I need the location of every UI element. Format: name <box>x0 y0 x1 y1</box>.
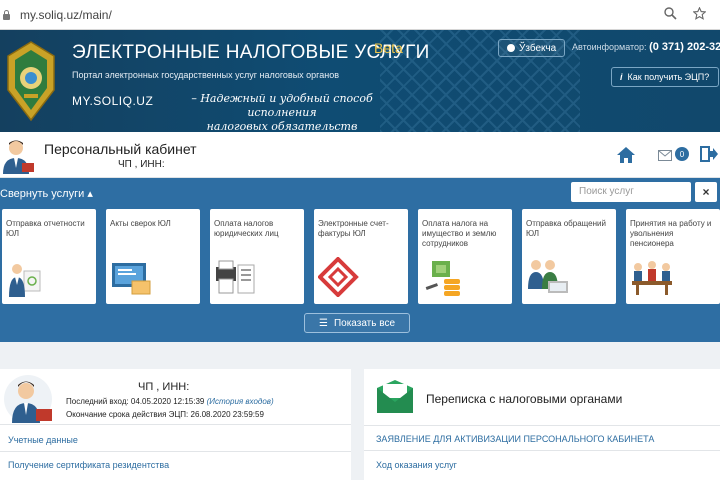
show-all-services-button[interactable]: ☰ Показать все <box>304 313 410 333</box>
url-text[interactable]: my.soliq.uz/main/ <box>20 8 112 22</box>
avatar <box>3 140 34 174</box>
service-tile[interactable]: Оплата налогов юридических лиц <box>210 209 304 304</box>
site-slogan: – Надежный и удобный способ исполнения н… <box>162 92 402 132</box>
reporting-person-icon <box>9 264 41 297</box>
autoinformer: Автоинформатор: (0 371) 202-32-82 <box>572 41 720 53</box>
slogan-line-2: налоговых обязательств <box>206 120 358 132</box>
globe-icon <box>507 44 515 52</box>
service-tile[interactable]: Отправка обращений ЮЛ <box>522 209 616 304</box>
correspondence-title: Переписка с налоговыми органами <box>426 392 623 406</box>
info-icon: i <box>620 72 623 82</box>
last-login-text: Последний вход: 04.05.2020 12:15:39 <box>66 397 205 406</box>
tile-label: Акты сверок ЮЛ <box>110 219 171 228</box>
logout-icon[interactable] <box>700 146 718 162</box>
envelope-icon <box>377 380 413 413</box>
how-to-get-eds-button[interactable]: i Как получить ЭЦП? <box>611 67 719 87</box>
services-panel: Свернуть услуги ▴ Поиск услуг × Отправка… <box>0 178 720 342</box>
lock-icon <box>2 9 12 21</box>
service-progress-link[interactable]: Ход оказания услуг <box>376 460 457 470</box>
profile-card: ЧП , ИНН: Последний вход: 04.05.2020 12:… <box>0 369 351 480</box>
profile-name: ЧП , ИНН: <box>138 381 190 393</box>
state-emblem-icon <box>7 41 55 122</box>
site-domain: MY.SOLIQ.UZ <box>72 94 154 108</box>
zoom-icon[interactable] <box>664 7 677 23</box>
browser-address-bar: my.soliq.uz/main/ <box>0 0 720 30</box>
login-history-link[interactable]: (История входов) <box>207 397 274 406</box>
activation-application-link[interactable]: ЗАЯВЛЕНИЕ ДЛЯ АКТИВИЗАЦИИ ПЕРСОНАЛЬНОГО … <box>376 434 654 444</box>
close-search-button[interactable]: × <box>695 182 717 202</box>
chevron-up-icon: ▴ <box>87 188 93 200</box>
show-all-label: Показать все <box>333 317 396 329</box>
service-tile[interactable]: Акты сверок ЮЛ <box>106 209 200 304</box>
residency-certificate-link[interactable]: Получение сертификата резидентства <box>8 460 169 470</box>
service-tiles: Отправка отчетности ЮЛ Акты сверок ЮЛ Оп <box>2 209 720 304</box>
eds-button-label: Как получить ЭЦП? <box>627 72 710 82</box>
header-banner: ЭЛЕКТРОННЫЕ НАЛОГОВЫЕ УСЛУГИ Beta Портал… <box>0 30 720 132</box>
printer-documents-icon <box>216 260 255 294</box>
tile-label: Отправка отчетности ЮЛ <box>6 219 85 238</box>
divider <box>0 424 351 425</box>
divider <box>364 450 720 451</box>
mail-count-badge: 0 <box>675 147 689 161</box>
service-tile[interactable]: Отправка отчетности ЮЛ <box>2 209 96 304</box>
meeting-table-icon <box>632 261 672 295</box>
people-laptop-icon <box>528 260 568 293</box>
portal-subtitle: Портал электронных государственных услуг… <box>72 70 340 80</box>
service-tile[interactable]: Оплата налога на имущество и землю сотру… <box>418 209 512 304</box>
collapse-services-button[interactable]: Свернуть услуги ▴ <box>0 187 93 200</box>
list-icon: ☰ <box>318 317 328 329</box>
autoinformer-phone: (0 371) 202-32-82 <box>649 41 720 53</box>
autoinformer-label: Автоинформатор: <box>572 42 647 52</box>
bookmark-star-icon[interactable] <box>692 6 707 23</box>
divider <box>364 425 720 426</box>
property-coins-icon <box>425 261 460 296</box>
tile-label: Принятия на работу и увольнения пенсионе… <box>630 219 712 248</box>
mail-icon[interactable] <box>658 150 672 161</box>
account-data-link[interactable]: Учетные данные <box>8 435 78 445</box>
language-label: Ўзбекча <box>519 42 557 54</box>
cabinet-bar: Персональный кабинет ЧП , ИНН: <box>0 132 720 178</box>
tile-label: Оплата налогов юридических лиц <box>214 219 279 238</box>
service-search-input[interactable]: Поиск услуг <box>571 182 691 202</box>
service-tile[interactable]: Принятия на работу и увольнения пенсионе… <box>626 209 720 304</box>
tile-label: Оплата налога на имущество и землю сотру… <box>422 219 497 248</box>
tile-label: Электронные счет-фактуры ЮЛ <box>318 219 389 238</box>
eds-expiry: Окончание срока действия ЭЦП: 26.08.2020… <box>66 410 264 419</box>
cabinet-subtitle: ЧП , ИНН: <box>118 159 165 170</box>
last-login: Последний вход: 04.05.2020 12:15:39 (Ист… <box>66 397 274 406</box>
service-tile[interactable]: Электронные счет-фактуры ЮЛ <box>314 209 408 304</box>
avatar <box>4 375 52 423</box>
language-switch-button[interactable]: Ўзбекча <box>498 39 566 57</box>
monitor-folder-icon <box>112 263 151 295</box>
divider <box>0 451 351 452</box>
slogan-line-1: – Надежный и удобный способ исполнения <box>191 92 373 119</box>
collapse-label: Свернуть услуги <box>0 188 85 200</box>
page-title: Персональный кабинет <box>44 141 197 157</box>
e-invoice-logo-icon <box>318 257 359 297</box>
home-icon[interactable] <box>616 146 636 164</box>
tile-label: Отправка обращений ЮЛ <box>526 219 606 238</box>
beta-label: Beta <box>374 40 403 56</box>
